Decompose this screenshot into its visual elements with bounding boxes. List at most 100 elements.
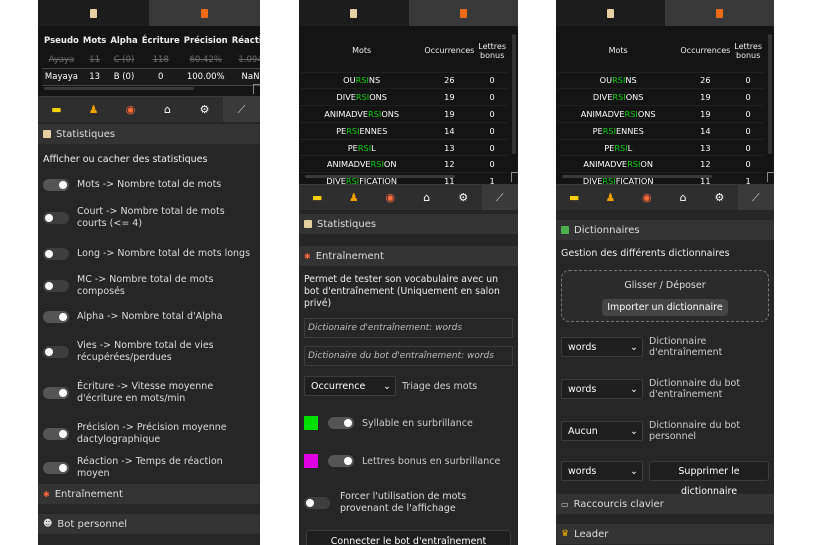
- toggle-row-mots[interactable]: Mots -> Nombre total de mots: [38, 172, 260, 198]
- vertical-scrollbar[interactable]: [768, 34, 772, 154]
- force-display-toggle[interactable]: [304, 497, 330, 510]
- spark-icon: ✱: [43, 489, 50, 499]
- syllable-toggle[interactable]: [328, 417, 354, 430]
- alarm-icon: ◉: [385, 191, 396, 204]
- tab-edit[interactable]: ⟋: [737, 185, 774, 210]
- tab-alarm[interactable]: ◉: [112, 97, 149, 122]
- bot-dict-select[interactable]: words ⌄: [561, 379, 643, 400]
- tab-orange-document[interactable]: [665, 0, 774, 26]
- tab-home[interactable]: ⌂: [409, 185, 446, 210]
- toggle-row-mc[interactable]: MC -> Nombre total de mots composés: [38, 270, 260, 302]
- toggle-switch[interactable]: [43, 311, 69, 324]
- word-row: PERSIENNES 14 0: [301, 121, 508, 140]
- tab-chat[interactable]: ▬: [556, 185, 592, 210]
- tab-alarm[interactable]: ◉: [372, 185, 409, 210]
- toggle-row-precision[interactable]: Précision -> Précision moyenne dactylogr…: [38, 414, 260, 454]
- section-shortcuts[interactable]: ▭ Raccourcis clavier: [556, 494, 774, 515]
- select-label: Dictionnaire d'entraînement: [649, 335, 723, 359]
- delete-dict-select[interactable]: words ⌄: [561, 461, 643, 482]
- bonus-cell: 0: [732, 88, 764, 106]
- select-value: Aucun: [568, 425, 598, 437]
- tab-orange-document[interactable]: [149, 0, 260, 26]
- toggle-switch[interactable]: [43, 248, 69, 261]
- tab-alarm[interactable]: ◉: [629, 185, 665, 210]
- resize-handle[interactable]: [767, 172, 774, 182]
- sort-select[interactable]: Occurrence ⌄: [304, 376, 396, 397]
- section-statistiques[interactable]: Statistiques: [38, 124, 260, 144]
- toggle-row-alpha[interactable]: Alpha -> Nombre total d'Alpha: [38, 302, 260, 332]
- resize-handle[interactable]: [253, 84, 260, 94]
- cell: 11: [89, 55, 101, 65]
- tab-home[interactable]: ⌂: [665, 185, 701, 210]
- tab-edit[interactable]: ⟋: [223, 97, 260, 122]
- bot-dict-row: words ⌄ Dictionnaire du bot d'entraînemen…: [556, 376, 774, 402]
- toggle-label: Réaction -> Temps de réaction moyen: [77, 456, 223, 480]
- personal-bot-dict-select[interactable]: Aucun ⌄: [561, 421, 643, 442]
- training-dict-select[interactable]: words ⌄: [561, 337, 643, 358]
- toggle-row-vies[interactable]: Vies -> Nombre total de vies récupérées/…: [38, 332, 260, 372]
- section-bot-personnel[interactable]: ☻ Bot personnel: [38, 514, 260, 535]
- toggle-switch[interactable]: [43, 346, 69, 359]
- section-leader[interactable]: ♛ Leader: [556, 524, 774, 545]
- select-value: words: [568, 383, 597, 395]
- cell: Mayaya: [42, 68, 81, 86]
- word-part: L: [627, 142, 633, 153]
- toggle-switch[interactable]: [43, 179, 69, 192]
- tab-home[interactable]: ⌂: [149, 97, 186, 122]
- syllable-highlight: RSI: [602, 125, 616, 136]
- drop-zone[interactable]: Glisser / Déposer Importer un dictionnai…: [561, 270, 769, 323]
- delete-dictionary-button[interactable]: Supprimer le dictionnaire: [649, 461, 769, 497]
- col-precision: Précision: [183, 36, 228, 46]
- training-dict-field: Dictionaire d'entraînement: words: [304, 318, 513, 339]
- occurrence-cell: 19: [678, 88, 733, 106]
- clipboard-icon: [304, 220, 312, 228]
- toggle-row-court[interactable]: Court -> Nombre total de mots courts (<=…: [38, 198, 260, 238]
- bonus-color-picker[interactable]: [304, 454, 318, 469]
- toggle-switch[interactable]: [43, 428, 69, 441]
- tab-document[interactable]: [299, 0, 409, 26]
- vertical-scrollbar[interactable]: [512, 34, 516, 154]
- resize-handle[interactable]: [511, 172, 518, 182]
- force-display-row[interactable]: Forcer l'utilisation de mots provenant d…: [299, 490, 518, 516]
- toggle-row-reaction[interactable]: Réaction -> Temps de réaction moyen: [38, 454, 260, 482]
- tab-players[interactable]: ♟: [336, 185, 373, 210]
- chevron-down-icon: ⌄: [630, 383, 638, 395]
- bonus-cell: 0: [732, 71, 764, 89]
- horizontal-scrollbar[interactable]: [305, 175, 455, 178]
- tab-settings[interactable]: ⚙: [445, 185, 482, 210]
- tab-edit[interactable]: ⟋: [481, 185, 518, 210]
- section-statistiques[interactable]: Statistiques: [299, 214, 518, 234]
- tab-players[interactable]: ♟: [592, 185, 628, 210]
- tab-chat[interactable]: ▬: [38, 97, 75, 122]
- syllable-highlight: RSI: [627, 159, 641, 170]
- toggle-switch[interactable]: [43, 462, 69, 475]
- section-entrainement[interactable]: ✱ Entraînement: [38, 484, 260, 505]
- horizontal-scrollbar[interactable]: [562, 175, 712, 178]
- toggle-switch[interactable]: [43, 212, 69, 225]
- section-dictionnaires[interactable]: Dictionnaires: [556, 220, 774, 240]
- tab-players[interactable]: ♟: [75, 97, 112, 122]
- tab-settings[interactable]: ⚙: [701, 185, 737, 210]
- tab-orange-document[interactable]: [408, 0, 518, 26]
- horizontal-scrollbar[interactable]: [44, 87, 194, 90]
- section-entrainement[interactable]: ✱ Entraînement: [299, 246, 518, 266]
- toggle-switch[interactable]: [43, 387, 69, 400]
- tab-settings[interactable]: ⚙: [186, 97, 223, 122]
- syllable-color-picker[interactable]: [304, 416, 318, 431]
- import-dictionary-button[interactable]: Importer un dictionnaire: [602, 299, 728, 317]
- tab-document[interactable]: [38, 0, 149, 26]
- word-cell: PERSIENNES: [558, 121, 679, 140]
- bonus-toggle[interactable]: [328, 455, 354, 468]
- word-cell: OURSINS: [558, 71, 679, 89]
- tab-document[interactable]: [556, 0, 665, 26]
- bonus-cell: 0: [476, 105, 508, 123]
- connect-bot-button[interactable]: Connecter le bot d'entraînement: [306, 530, 511, 545]
- toggle-switch[interactable]: [43, 280, 69, 293]
- tab-chat[interactable]: ▬: [299, 185, 336, 210]
- pencil-icon: ⟋: [495, 190, 504, 204]
- toggle-row-long[interactable]: Long -> Nombre total de mots longs: [38, 238, 260, 270]
- toggle-row-ecriture[interactable]: Écriture -> Vitesse moyenne d'écriture e…: [38, 372, 260, 414]
- cell: 100.00%: [181, 68, 230, 86]
- word-row: OURSINS 26 0: [558, 71, 764, 89]
- col-ecriture: Écriture: [141, 36, 180, 46]
